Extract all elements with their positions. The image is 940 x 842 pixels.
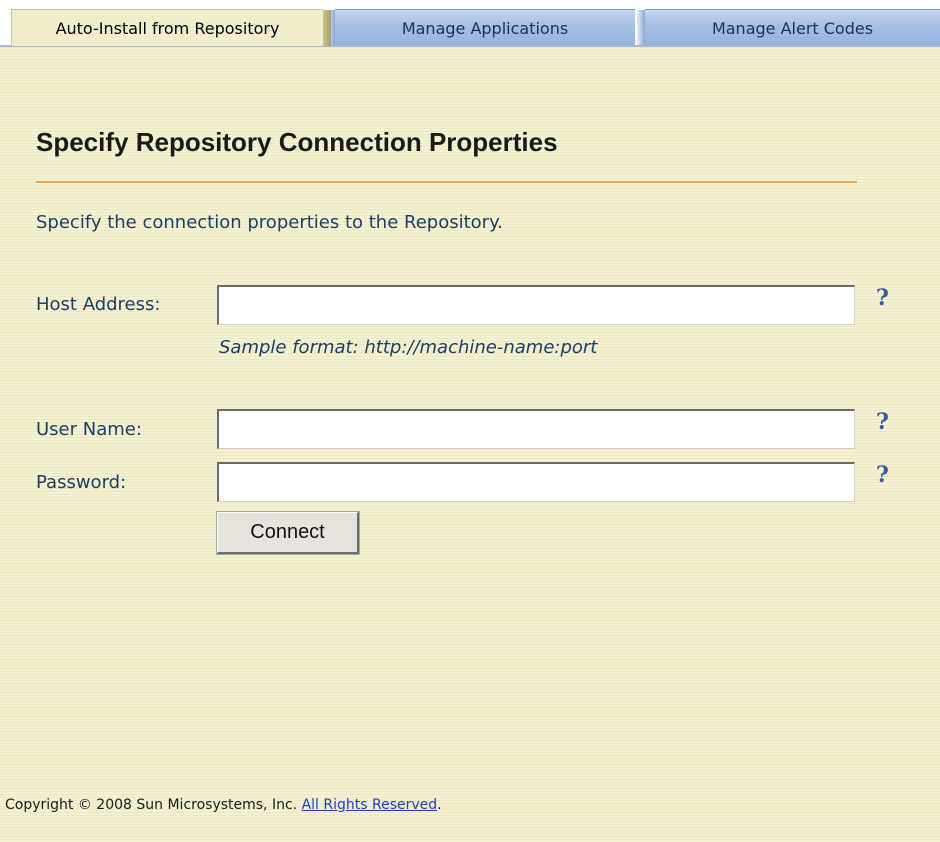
host-address-input[interactable] xyxy=(217,285,855,325)
page-title: Specify Repository Connection Properties xyxy=(36,127,558,157)
password-label: Password: xyxy=(36,472,127,493)
tab-edge xyxy=(323,10,331,46)
tab-manage-alert-codes[interactable]: Manage Alert Codes xyxy=(637,9,940,46)
copyright-text: Copyright © 2008 Sun Microsystems, Inc. xyxy=(5,797,298,813)
user-name-help-icon[interactable]: ? xyxy=(876,409,889,435)
user-name-label: User Name: xyxy=(36,419,142,440)
tab-label: Manage Alert Codes xyxy=(711,18,874,38)
page: Auto-Install from Repository Manage Appl… xyxy=(0,0,940,842)
tab-bar: Auto-Install from Repository Manage Appl… xyxy=(0,0,940,47)
host-address-help-icon[interactable]: ? xyxy=(876,285,889,311)
footer-period: . xyxy=(437,797,442,813)
tab-label: Auto-Install from Repository xyxy=(55,18,280,38)
connect-button[interactable]: Connect xyxy=(217,512,359,554)
host-address-label: Host Address: xyxy=(36,294,161,315)
password-help-icon[interactable]: ? xyxy=(876,462,889,488)
footer-copyright: Copyright © 2008 Sun Microsystems, Inc. … xyxy=(5,797,442,813)
tab-manage-applications[interactable]: Manage Applications xyxy=(327,9,635,46)
all-rights-reserved-link[interactable]: All Rights Reserved xyxy=(302,797,438,813)
password-input[interactable] xyxy=(217,462,855,502)
user-name-input[interactable] xyxy=(217,409,855,449)
tab-auto-install[interactable]: Auto-Install from Repository xyxy=(11,9,331,46)
host-address-hint: Sample format: http://machine-name:port xyxy=(219,337,598,358)
title-divider xyxy=(36,181,857,183)
tab-edge xyxy=(637,10,645,46)
tab-label: Manage Applications xyxy=(401,18,569,38)
instruction-text: Specify the connection properties to the… xyxy=(36,212,503,233)
